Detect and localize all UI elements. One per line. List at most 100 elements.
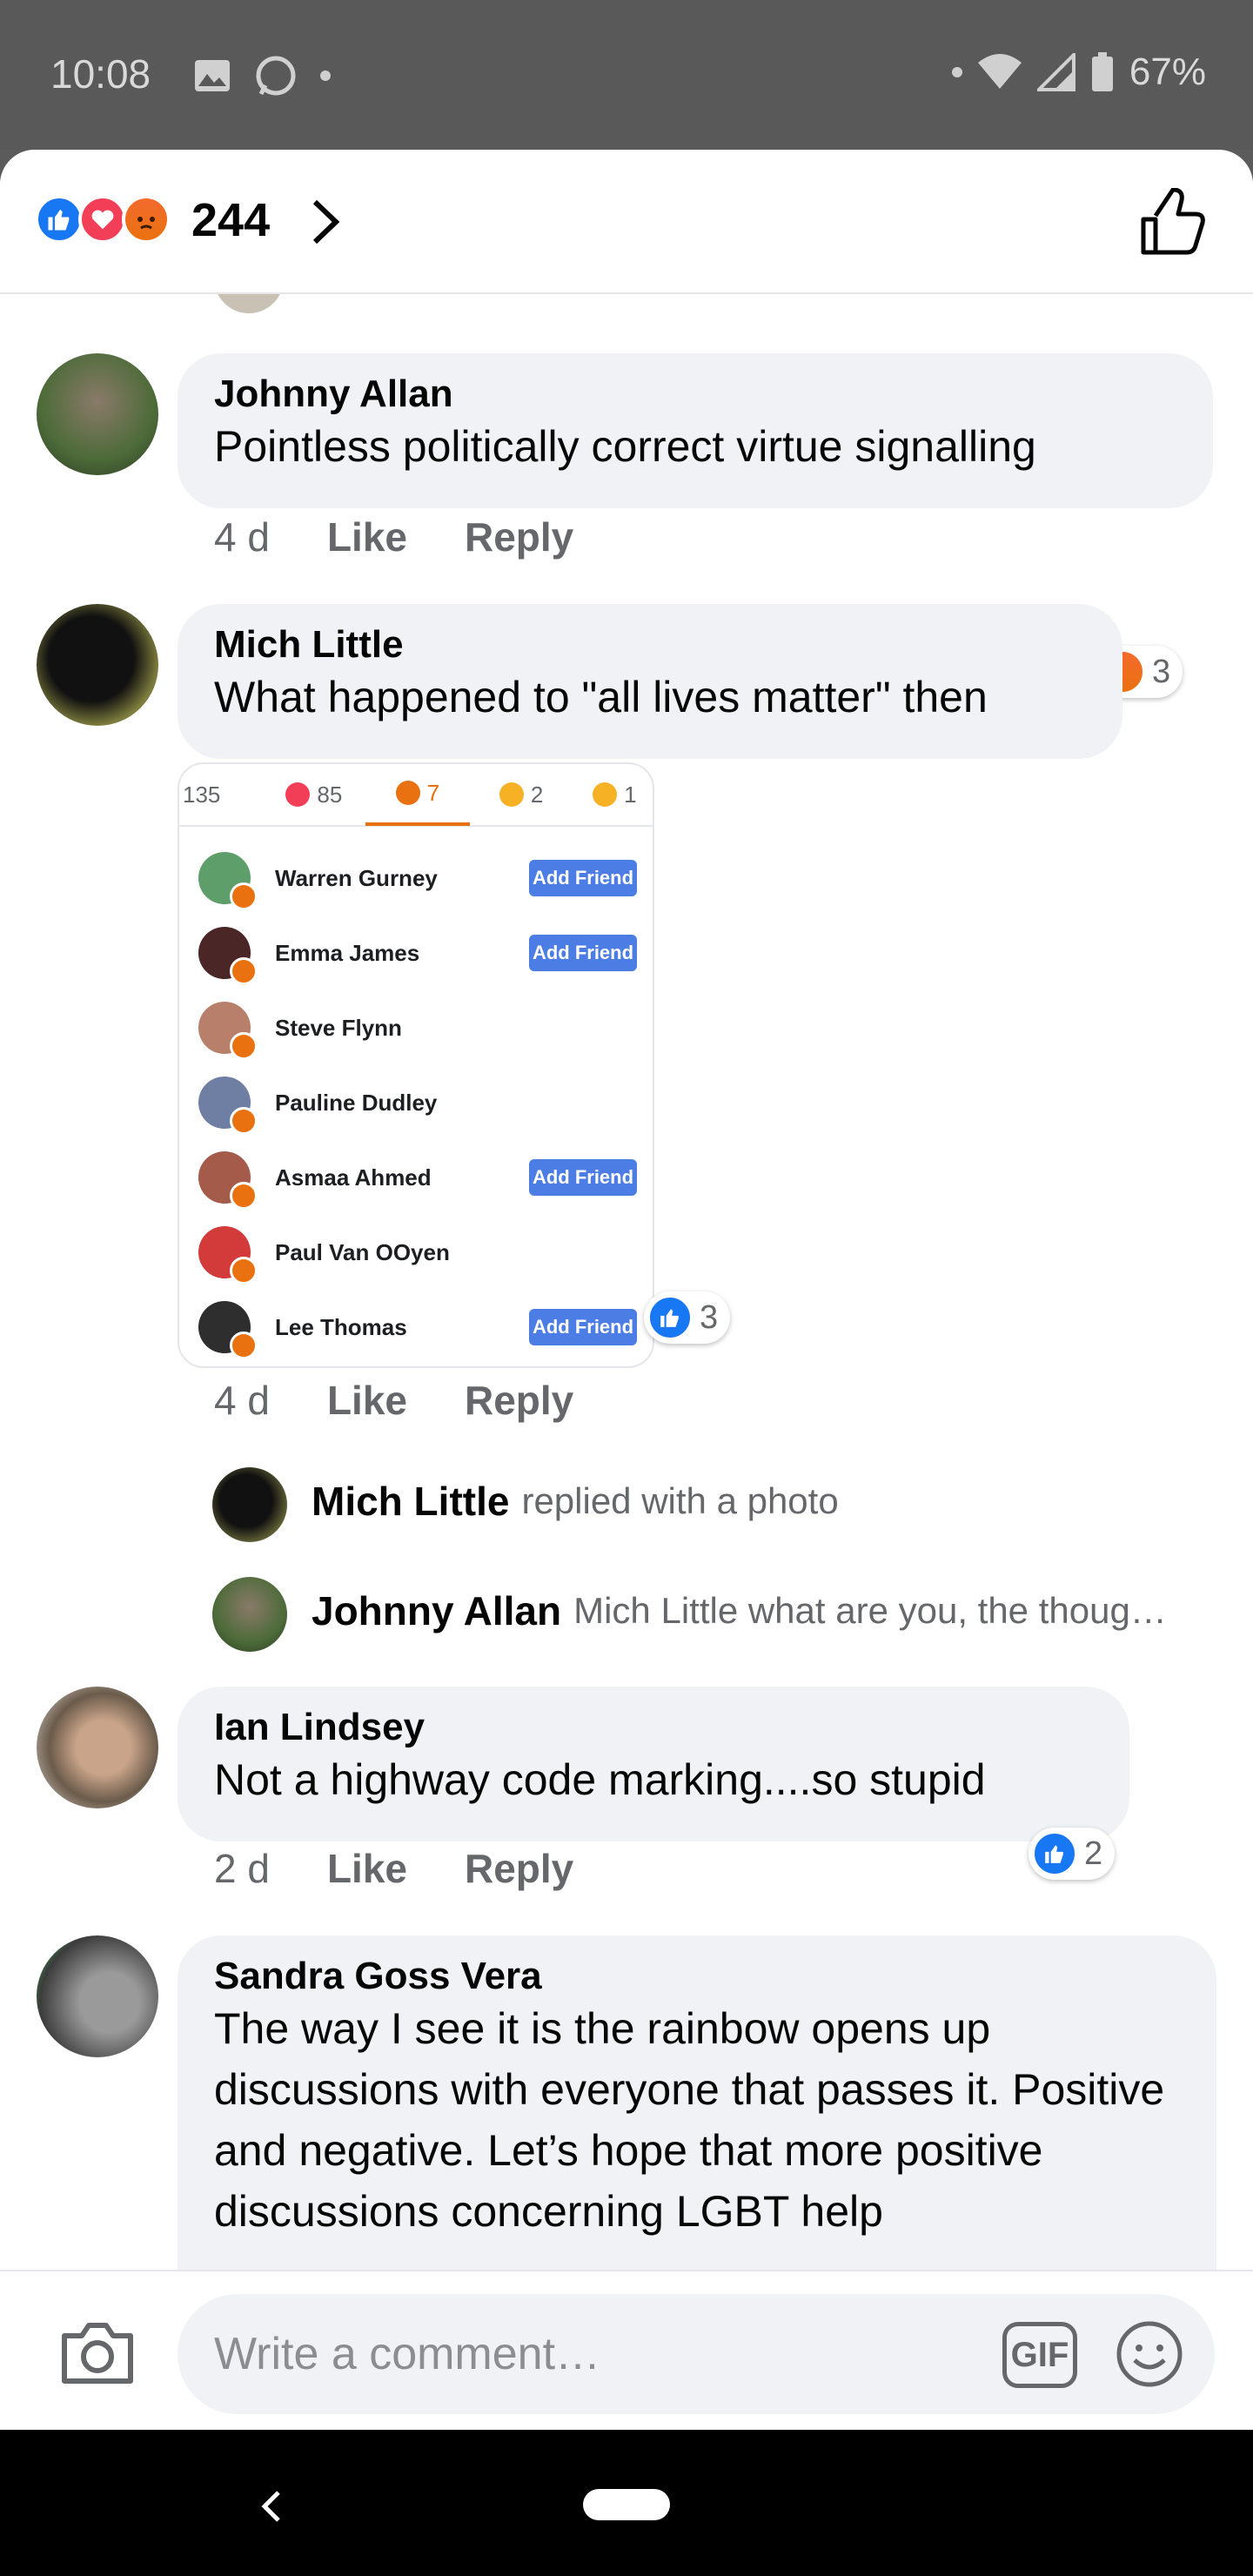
comment-author[interactable]: Sandra Goss Vera: [214, 1955, 1180, 1998]
back-icon[interactable]: [258, 2489, 284, 2524]
angry-reaction-icon: [122, 195, 171, 244]
angry-reaction-icon: [395, 781, 420, 805]
angry-reaction-icon: [230, 1182, 258, 1210]
reply-link[interactable]: Reply: [465, 1845, 573, 1892]
reaction-count: 3: [1152, 653, 1171, 690]
wow-reaction-icon: [593, 782, 618, 807]
home-button[interactable]: [583, 2489, 670, 2520]
comment-time: 4 d: [214, 1378, 270, 1423]
comment-actions: 2 d Like Reply: [214, 1845, 573, 1892]
love-reaction-icon: [78, 195, 127, 244]
comment-author[interactable]: Mich Little: [214, 623, 1086, 667]
status-bar: 10:08 67%: [0, 0, 1253, 150]
comment-bubble: Ian Lindsey Not a highway code marking..…: [178, 1687, 1129, 1841]
sheet-header: 244: [0, 150, 1253, 294]
like-link[interactable]: Like: [327, 1377, 407, 1424]
comment-reactions[interactable]: 3: [644, 1291, 731, 1344]
angry-reaction-icon: [230, 882, 258, 910]
avatar[interactable]: [37, 604, 158, 726]
reply-text: Mich Little what are you, the thoug…: [573, 1590, 1167, 1631]
reply-author[interactable]: Johnny Allan: [312, 1587, 561, 1634]
person-name: Asmaa Ahmed: [275, 1164, 432, 1191]
like-reaction-icon: [1032, 1831, 1077, 1876]
tab-angry: 7: [365, 764, 470, 826]
battery-percent: 67%: [1129, 50, 1206, 93]
image-icon: [195, 60, 230, 91]
comment-author[interactable]: Johnny Allan: [214, 372, 1176, 416]
comment-composer: GIF: [0, 2270, 1253, 2430]
comment-text: Pointless politically correct virtue sig…: [214, 422, 1036, 471]
reply-preview[interactable]: Mich Little replied with a photo: [212, 1478, 839, 1525]
person-name: Paul Van OOyen: [275, 1238, 450, 1265]
comment-bubble: Sandra Goss Vera The way I see it is the…: [178, 1935, 1216, 2270]
reply-preview[interactable]: Johnny Allan Mich Little what are you, t…: [212, 1587, 1167, 1634]
comment-text: What happened to "all lives matter" then: [214, 673, 988, 721]
more-notifications-icon: [320, 70, 331, 81]
wifi-icon: [977, 54, 1022, 89]
list-item: Warren Gurney Add Friend: [179, 841, 653, 916]
angry-reaction-icon: [230, 1257, 258, 1285]
comment-bubble: Mich Little What happened to "all lives …: [178, 604, 1122, 759]
comment-author[interactable]: Ian Lindsey: [214, 1706, 1093, 1749]
comment-actions: 4 d Like Reply: [214, 1377, 573, 1424]
list-item: Emma James Add Friend: [179, 916, 653, 990]
gif-button[interactable]: GIF: [1002, 2322, 1077, 2388]
add-friend-button: Add Friend: [529, 1159, 637, 1196]
comment-photo[interactable]: 135 85 7 2 1 Warren Gurney Add Friend Em…: [178, 762, 654, 1368]
add-friend-button: Add Friend: [529, 935, 637, 971]
angry-reaction-icon: [230, 1332, 258, 1359]
comments-feed[interactable]: Johnny Allan Pointless politically corre…: [0, 150, 1253, 2270]
signal-icon: [1036, 53, 1075, 91]
add-friend-button: Add Friend: [529, 1309, 637, 1345]
avatar[interactable]: [37, 353, 158, 475]
comment-actions: 4 d Like Reply: [214, 513, 573, 560]
reaction-count[interactable]: 244: [191, 193, 270, 247]
love-reaction-icon: [285, 782, 311, 807]
notification-icons: [193, 54, 331, 97]
comment-text: Not a highway code marking....so stupid: [214, 1755, 986, 1804]
comment-reactions[interactable]: 2: [1029, 1828, 1116, 1880]
reaction-count: 2: [1084, 1835, 1103, 1872]
angry-reaction-icon: [230, 957, 258, 985]
tab-wow: 1: [573, 764, 653, 826]
comment-bubble: Johnny Allan Pointless politically corre…: [178, 353, 1213, 508]
reaction-tabs: 135 85 7 2 1: [179, 764, 653, 827]
avatar[interactable]: [37, 1687, 158, 1808]
person-name: Warren Gurney: [275, 864, 438, 891]
angry-reaction-icon: [230, 1107, 258, 1135]
list-item: Asmaa Ahmed Add Friend: [179, 1140, 653, 1215]
haha-reaction-icon: [499, 782, 524, 807]
list-item: Pauline Dudley: [179, 1065, 653, 1140]
comment-time: 4 d: [214, 514, 270, 560]
like-link[interactable]: Like: [327, 1845, 407, 1892]
like-link[interactable]: Like: [327, 513, 407, 560]
comments-sheet: 244 Johnny Allan Pointless politically c…: [0, 150, 1253, 2430]
reply-link[interactable]: Reply: [465, 513, 573, 560]
list-item: Paul Van OOyen: [179, 1215, 653, 1290]
angry-reaction-icon: [230, 1032, 258, 1060]
dot-icon: [951, 67, 962, 77]
chevron-right-icon[interactable]: [303, 197, 348, 247]
tab-love: 85: [262, 764, 365, 826]
emoji-icon[interactable]: [1116, 2320, 1183, 2388]
tab-all: 135: [183, 781, 221, 808]
reply-author[interactable]: Mich Little: [312, 1478, 509, 1525]
reply-text: replied with a photo: [521, 1480, 839, 1521]
reply-link[interactable]: Reply: [465, 1377, 573, 1424]
reaction-count: 3: [700, 1298, 719, 1336]
person-name: Emma James: [275, 939, 420, 966]
add-friend-button: Add Friend: [529, 860, 637, 896]
like-button-icon[interactable]: [1138, 188, 1208, 258]
comment-text: The way I see it is the rainbow opens up…: [214, 2004, 1165, 2236]
status-time: 10:08: [50, 51, 151, 97]
reactions-summary[interactable]: [35, 195, 171, 244]
whatsapp-icon: [256, 56, 296, 96]
camera-icon[interactable]: [59, 2320, 136, 2386]
list-item: Steve Flynn: [179, 990, 653, 1065]
battery-icon: [1091, 52, 1113, 91]
avatar[interactable]: [37, 1935, 158, 2057]
like-reaction-icon: [647, 1295, 693, 1340]
person-name: Steve Flynn: [275, 1014, 402, 1041]
person-name: Lee Thomas: [275, 1313, 407, 1340]
system-icons: 67%: [951, 50, 1206, 94]
